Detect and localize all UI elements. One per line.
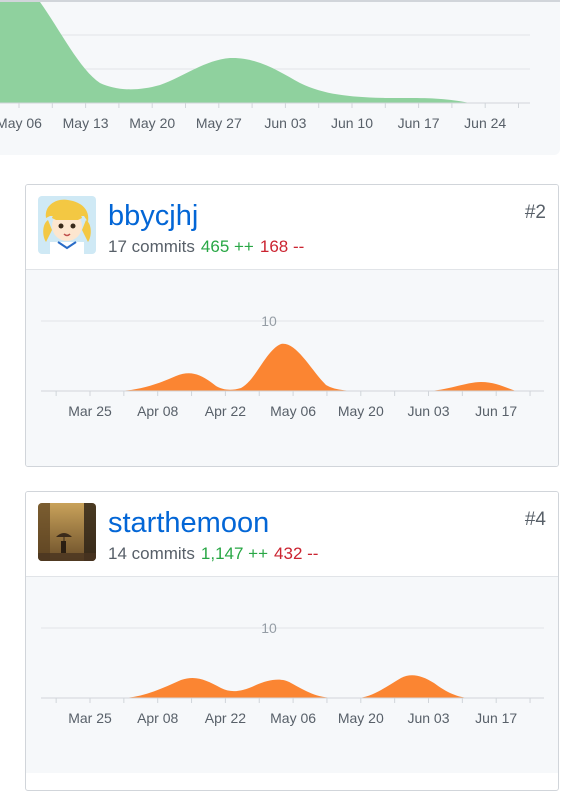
deletions-count: 168 -- <box>259 237 305 256</box>
contributor-username[interactable]: starthemoon <box>108 505 269 541</box>
x-tick-label: May 06 <box>0 115 42 131</box>
contributor-username[interactable]: bbycjhj <box>108 198 198 234</box>
contributor-rank: #4 <box>524 509 546 530</box>
additions-count: 465 ++ <box>200 237 254 256</box>
commit-area <box>121 675 471 698</box>
x-tick-label: May 20 <box>338 403 384 419</box>
x-tick-label: May 27 <box>196 115 242 131</box>
x-tick-label: Jun 03 <box>407 403 449 419</box>
x-tick-label: Apr 08 <box>137 403 178 419</box>
x-tick-label: Jun 03 <box>264 115 306 131</box>
x-tick-label: May 20 <box>129 115 175 131</box>
x-tick-label: Jun 17 <box>475 710 517 726</box>
contributor-commit-chart: 10 Mar 25 Apr 08 Apr 22 May 06 May 20 Jun 03 J… <box>26 270 558 466</box>
deletions-count: 432 -- <box>274 544 319 563</box>
x-tick-label: Apr 08 <box>137 710 178 726</box>
commit-count: 17 commits <box>108 237 195 256</box>
x-tick-label: May 06 <box>270 710 316 726</box>
contributor-card: bbycjhj 17 commits 465 ++ 168 -- #2 10 Mar… <box>25 184 559 467</box>
contributor-rank: #2 <box>524 202 546 223</box>
contributor-area-chart: 10 Mar 25 Apr 08 Apr 22 May 06 May 20 Jun 03 J… <box>41 620 544 726</box>
y-tick-label: 10 <box>261 620 277 636</box>
previous-contributor-area-chart: May 06 May 13 May 20 May 27 Jun 03 Jun 10 Jun … <box>0 2 530 131</box>
cartoon-girl-avatar-icon[interactable] <box>38 196 96 254</box>
rainy-street-photo-avatar-icon[interactable] <box>38 503 96 561</box>
x-tick-label: Mar 25 <box>68 403 112 419</box>
additions-count: 1,147 ++ <box>200 544 269 563</box>
contributor-area-chart: 10 Mar 25 Apr 08 Apr 22 May 06 May 20 Jun 03 J… <box>41 313 544 419</box>
contributor-card: starthemoon 14 commits 1,147 ++ 432 -- #4 … <box>25 491 559 791</box>
x-tick-label: Jun 03 <box>407 710 449 726</box>
commit-area <box>116 343 516 391</box>
previous-contributor-chart: May 06 May 13 May 20 May 27 Jun 03 Jun 10 Jun … <box>0 0 560 155</box>
x-tick-label: Jun 17 <box>475 403 517 419</box>
contributor-stats: 14 commits 1,147 ++ 432 -- <box>108 544 318 564</box>
x-tick-label: Apr 22 <box>205 403 246 419</box>
commit-area <box>0 2 470 103</box>
contributor-commit-chart: 10 Mar 25 Apr 08 Apr 22 May 06 May 20 Jun 03 J… <box>26 577 558 773</box>
x-tick-label: Jun 10 <box>331 115 373 131</box>
x-tick-label: May 20 <box>338 710 384 726</box>
x-tick-label: Jun 17 <box>398 115 440 131</box>
x-tick-label: May 13 <box>63 115 109 131</box>
x-tick-label: Apr 22 <box>205 710 246 726</box>
contributor-stats: 17 commits 465 ++ 168 -- <box>108 237 304 257</box>
x-tick-label: May 06 <box>270 403 316 419</box>
x-tick-label: Mar 25 <box>68 710 112 726</box>
y-tick-label: 10 <box>261 313 277 329</box>
x-tick-label: Jun 24 <box>464 115 506 131</box>
contributor-card-header: starthemoon 14 commits 1,147 ++ 432 -- #4 <box>26 492 558 577</box>
commit-count: 14 commits <box>108 544 195 563</box>
contributor-card-header: bbycjhj 17 commits 465 ++ 168 -- #2 <box>26 185 558 270</box>
